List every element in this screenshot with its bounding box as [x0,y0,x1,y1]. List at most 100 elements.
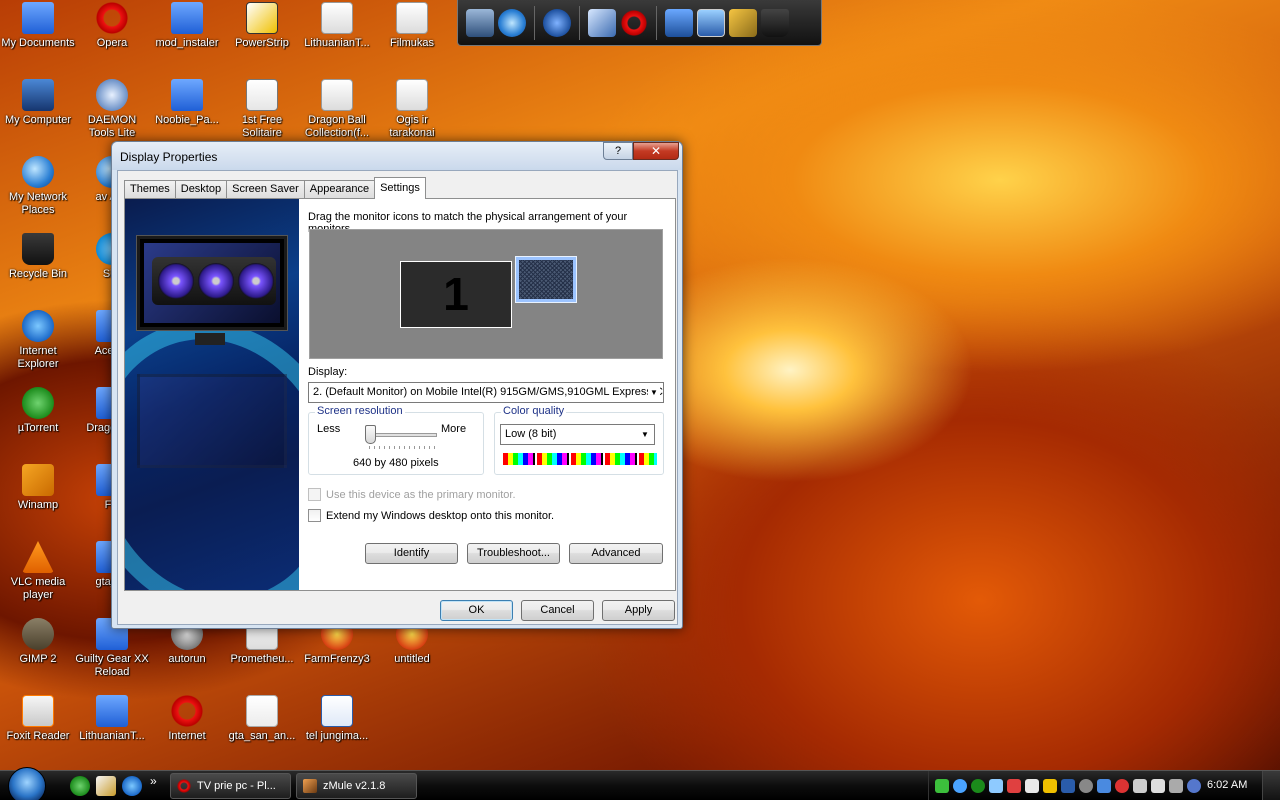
identify-button[interactable]: Identify [365,543,458,564]
cancel-button[interactable]: Cancel [521,600,594,621]
window-icon[interactable] [697,8,725,37]
troubleshoot-button[interactable]: Troubleshoot... [467,543,560,564]
extend-desktop-option[interactable]: Extend my Windows desktop onto this moni… [308,509,554,522]
speaker-icon[interactable] [1151,779,1165,793]
fan-icon [158,263,194,299]
desktop-icon-noobie-pa[interactable]: Noobie_Pa... [149,79,225,127]
tab-screen-saver[interactable]: Screen Saver [226,180,305,199]
document-icon [321,79,353,111]
color-quality-group: Color quality Low (8 bit) ▼ [494,405,664,475]
banner-screen [144,243,280,323]
computer-icon [22,79,54,111]
tools-icon[interactable] [729,8,757,37]
taskbar-item-opera[interactable]: TV prie pc - Pl... [170,773,291,799]
extend-desktop-checkbox[interactable] [308,509,321,522]
desktop-icon-filmukas[interactable]: Filmukas [374,2,450,50]
desktop-icon-lithuanian-torrent[interactable]: LithuanianT... [299,2,375,50]
apply-button[interactable]: Apply [602,600,675,621]
quick-launch-dock [457,0,822,46]
desktop-icon-tel-jungima[interactable]: tel jungima... [299,695,375,743]
ok-button[interactable]: OK [440,600,513,621]
desktop-icon-mod-instaler[interactable]: mod_instaler [149,2,225,50]
tab-appearance[interactable]: Appearance [303,180,376,199]
desktop-icon-gimp[interactable]: GIMP 2 [0,618,76,666]
folder-icon [96,695,128,727]
desktop-icon-my-computer[interactable]: My Computer [0,79,76,127]
desktop-icon-vlc[interactable]: VLC media player [0,541,76,602]
display-select-value: 2. (Default Monitor) on Mobile Intel(R) … [313,386,663,398]
dialog-titlebar[interactable]: Display Properties ? ✕ [112,142,682,170]
color-quality-title: Color quality [501,405,567,417]
utorrent-icon [22,387,54,419]
battery-icon[interactable] [1169,779,1183,793]
start-button[interactable] [8,767,46,800]
power-icon[interactable] [1133,779,1147,793]
taskbar-item-label: TV prie pc - Pl... [197,780,276,792]
advanced-button[interactable]: Advanced [569,543,663,564]
tab-themes[interactable]: Themes [124,180,176,199]
desktop-icon-my-documents[interactable]: My Documents [0,2,76,50]
show-desktop-button[interactable] [1262,771,1280,800]
opera-icon[interactable] [620,8,648,37]
color-quality-value: Low (8 bit) [505,428,557,440]
desktop-icon-lithuanian-folder[interactable]: LithuanianT... [74,695,150,743]
desktop-icon-opera[interactable]: Opera [74,2,150,50]
display-select[interactable]: 2. (Default Monitor) on Mobile Intel(R) … [308,382,664,403]
taskbar: » TV prie pc - Pl... zMule v2.1.8 6:02 A… [0,767,1280,800]
clock[interactable]: 6:02 AM [1207,779,1247,791]
desktop-icon-my-network-places[interactable]: My Network Places [0,156,76,217]
help-button[interactable]: ? [603,142,633,160]
computer-icon[interactable] [466,8,494,37]
monitor-2[interactable] [515,256,577,303]
daemon-tools-icon[interactable] [953,779,967,793]
display-icon[interactable] [1097,779,1111,793]
chat-icon[interactable] [935,779,949,793]
monitor-1[interactable]: 1 [400,261,512,328]
notepad-icon[interactable] [96,776,116,796]
facebook-icon[interactable] [1061,779,1075,793]
color-palette-preview [503,453,657,465]
alert-icon[interactable] [1079,779,1093,793]
globe-icon[interactable] [498,8,526,37]
graphics-card-banner [125,199,299,590]
tab-desktop[interactable]: Desktop [174,180,228,199]
desktop-icon-utorrent[interactable]: µTorrent [0,387,76,435]
desktop-icon-winamp[interactable]: Winamp [0,464,76,512]
mouse-icon[interactable] [543,8,571,37]
resolution-slider-thumb[interactable] [365,425,376,444]
desktop-icon-daemon-tools[interactable]: DAEMON Tools Lite [74,79,150,140]
desktop-icon-internet[interactable]: Internet [149,695,225,743]
utorrent-icon[interactable] [971,779,985,793]
display-settings-icon[interactable] [588,8,616,37]
recycle-bin-icon [22,233,54,265]
desktop-icon-recycle-bin[interactable]: Recycle Bin [0,233,76,281]
desktop-icon-internet-explorer[interactable]: Internet Explorer [0,310,76,371]
desktop-icon-ogis[interactable]: Ogis ir tarakonai [374,79,450,140]
color-quality-select[interactable]: Low (8 bit) ▼ [500,424,655,445]
desktop-icon[interactable] [665,8,693,37]
internet-explorer-icon[interactable] [122,776,142,796]
taskbar-item-zmule[interactable]: zMule v2.1.8 [296,773,417,799]
desktop-icon-solitaire[interactable]: 1st Free Solitaire [224,79,300,140]
powerstrip-icon[interactable] [1043,779,1057,793]
antivirus-icon[interactable] [1007,779,1021,793]
quick-launch-chevron[interactable]: » [150,774,157,788]
opera-icon [171,695,203,727]
chevron-down-icon: ▼ [648,383,660,402]
wireless-icon[interactable] [1187,779,1201,793]
close-button[interactable]: ✕ [633,142,679,160]
recycle-bin-icon[interactable] [761,8,789,37]
taskbar-item-label: zMule v2.1.8 [323,780,386,792]
solitaire-icon [246,79,278,111]
desktop-icon-dragon-ball[interactable]: Dragon Ball Collection(f... [299,79,375,140]
chevron-down-icon: ▼ [639,425,651,444]
tab-settings[interactable]: Settings [374,177,426,199]
keyboard-icon[interactable] [1025,779,1039,793]
network-icon[interactable] [989,779,1003,793]
desktop-icon-foxit-reader[interactable]: Foxit Reader [0,695,76,743]
desktop-icon-gta-san-an[interactable]: gta_san_an... [224,695,300,743]
resolution-value: 640 by 480 pixels [353,457,439,469]
opera-icon[interactable] [1115,779,1129,793]
utorrent-icon[interactable] [70,776,90,796]
desktop-icon-powerstrip[interactable]: PowerStrip [224,2,300,50]
